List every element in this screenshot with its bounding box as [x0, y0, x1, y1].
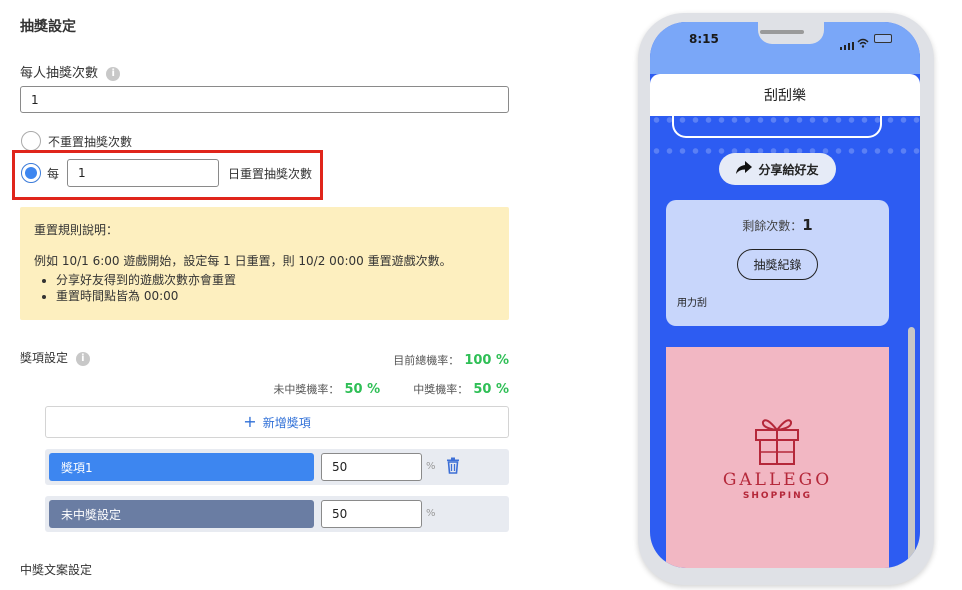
per-person-label: 每人抽獎次數 i: [20, 62, 121, 81]
radio-no-reset[interactable]: [21, 131, 41, 151]
win-rate-label: 中獎機率：: [413, 383, 469, 396]
share-arrow-icon: [736, 161, 753, 177]
reset-rule-note: 重置規則說明： 例如 10/1 6:00 遊戲開始，設定每 1 日重置，則 10…: [20, 207, 509, 320]
add-prize-label: 新增獎項: [262, 415, 311, 430]
trash-icon[interactable]: [445, 457, 461, 478]
note-list: 分享好友得到的遊戲次數亦會重置 重置時間點皆為 00:00: [56, 272, 495, 304]
wifi-icon: [857, 33, 869, 52]
share-label: 分享給好友: [758, 162, 819, 177]
remaining-count: 剩餘次數：1: [666, 216, 889, 234]
share-button[interactable]: 分享給好友: [719, 153, 836, 185]
no-reset-label: 不重置抽獎次數: [48, 135, 133, 149]
dot-pattern: [650, 116, 920, 124]
scrollbar[interactable]: [908, 327, 915, 567]
remaining-label: 剩餘次數：: [742, 219, 803, 233]
radio-every-day[interactable]: [21, 163, 41, 183]
total-rate-label: 目前總機率：: [393, 354, 460, 367]
per-person-input[interactable]: 1: [20, 86, 509, 113]
scratch-hint: 用力刮: [677, 298, 707, 309]
win-rate-value: 50 %: [473, 382, 509, 397]
info-icon[interactable]: i: [106, 66, 121, 81]
brand-subtitle: SHOPPING: [742, 491, 813, 501]
add-prize-button[interactable]: + 新增獎項: [45, 406, 509, 438]
prize-name[interactable]: 獎項1: [49, 453, 314, 481]
percent-unit: %: [426, 461, 436, 472]
per-person-label-text: 每人抽獎次數: [20, 66, 99, 81]
prize-rate-input[interactable]: 50: [321, 453, 422, 481]
brand-name: GALLEGO: [722, 470, 833, 490]
battery-icon: [874, 34, 892, 43]
rate-summary: 未中獎機率： 50 % 中獎機率： 50 %: [273, 378, 509, 397]
status-time: 8:15: [689, 32, 719, 46]
records-button[interactable]: 抽獎紀錄: [737, 249, 818, 280]
prize-settings-text: 獎項設定: [20, 351, 69, 365]
prize-name[interactable]: 未中獎設定: [49, 500, 314, 528]
gift-icon: [752, 414, 802, 470]
remaining-value: 1: [802, 216, 813, 234]
percent-unit: %: [426, 508, 436, 519]
prize-settings-label: 獎項設定 i: [20, 349, 90, 366]
note-title: 重置規則說明：: [34, 223, 119, 237]
total-rate: 目前總機率： 100 %: [393, 349, 509, 368]
win-text-settings-label: 中獎文案設定: [20, 563, 93, 577]
page-title: 抽獎設定: [20, 19, 76, 35]
reset-days-input[interactable]: 1: [67, 159, 219, 187]
signal-icon: [840, 35, 854, 54]
phone-screen: 8:15 刮刮樂 分享給好友 剩餘次數：1 抽獎紀錄 用力刮 GALLEGO S…: [650, 22, 920, 568]
every-suffix-label: 日重置抽獎次數: [228, 167, 313, 181]
speaker-grille: [760, 30, 804, 34]
total-rate-value: 100 %: [464, 353, 509, 368]
prize-rate-input[interactable]: 50: [321, 500, 422, 528]
note-bullet: 重置時間點皆為 00:00: [56, 288, 495, 304]
note-bullet: 分享好友得到的遊戲次數亦會重置: [56, 272, 495, 288]
note-example: 例如 10/1 6:00 遊戲開始，設定每 1 日重置，則 10/2 00:00…: [34, 254, 452, 268]
every-prefix-label: 每: [47, 167, 60, 181]
info-icon[interactable]: i: [75, 351, 90, 366]
lose-rate-label: 未中獎機率：: [273, 383, 340, 396]
plus-icon: +: [243, 412, 257, 431]
lose-rate-value: 50 %: [344, 382, 381, 397]
